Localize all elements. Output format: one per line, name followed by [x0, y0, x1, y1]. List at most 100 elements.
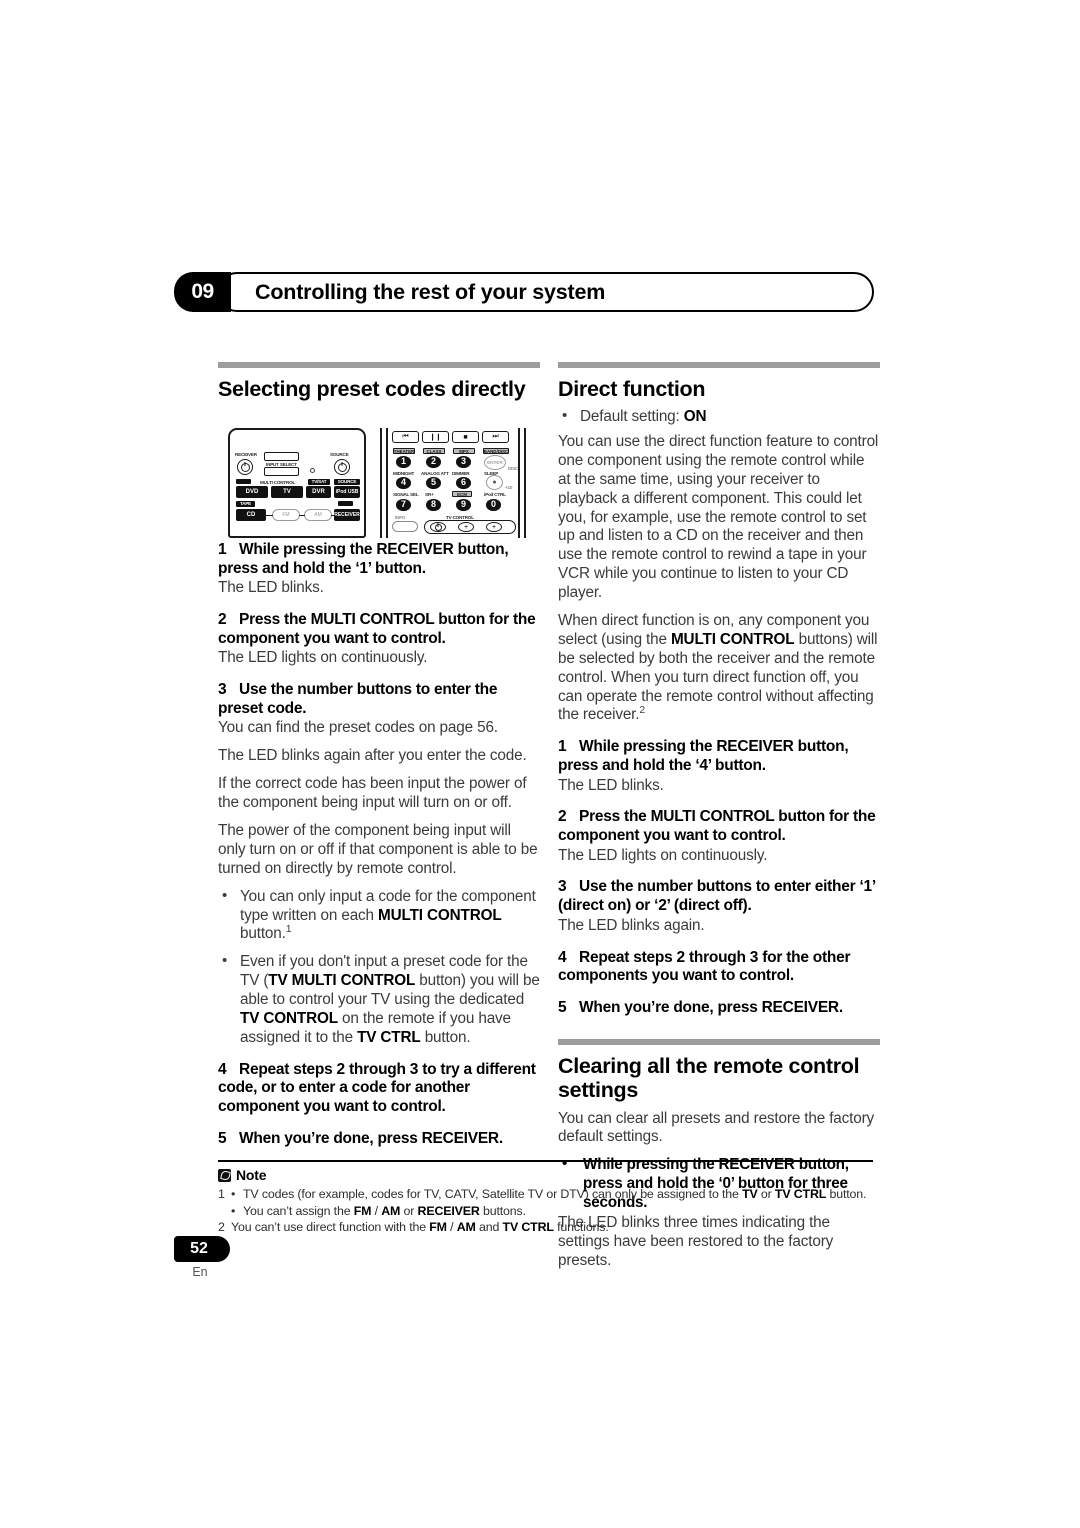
number-0-button[interactable]: 0	[486, 499, 501, 511]
step-3-number: 3	[218, 681, 227, 699]
stop-button[interactable]: ■	[452, 431, 479, 443]
fn1-b-bold2: AM	[381, 1203, 401, 1218]
tape-tag-label: TAPE	[239, 501, 252, 507]
ipod-usb-button[interactable]: iPod USB	[334, 486, 360, 498]
number-7-button[interactable]: 7	[396, 499, 411, 511]
ipod-ctrl-label: iPod CTRL	[484, 492, 506, 497]
input-select-up-button[interactable]	[264, 452, 299, 461]
chapter-title-pill: Controlling the rest of your system	[217, 272, 874, 312]
step-1-sub: The LED blinks.	[218, 579, 324, 597]
remote-control-illustration: RECEIVER SOURCE INPUT SELECT MULTI CONTR…	[228, 428, 526, 538]
df-step-3-sub: The LED blinks again.	[558, 916, 705, 934]
bullet-multi-control-type: You can only input a code for the compon…	[218, 887, 540, 945]
receiver-power-button[interactable]	[237, 459, 253, 475]
dvr-button[interactable]: DVR	[306, 486, 331, 498]
section-title-selecting-preset-codes: Selecting preset codes directly	[218, 377, 526, 401]
number-8-button[interactable]: 8	[426, 499, 441, 511]
number-5-button[interactable]: 5	[426, 477, 441, 489]
footnote-1-b-bullet: •	[231, 1203, 236, 1218]
bullet-tv-control: Even if you don't input a preset code fo…	[218, 952, 540, 1047]
fn1-b-bold3: RECEIVER	[417, 1203, 480, 1218]
fn2-mid2: and	[475, 1220, 503, 1235]
footnote-1-bullet: •	[231, 1187, 236, 1202]
number-9-label: 9	[460, 499, 466, 510]
ecm-tag: ECM	[452, 491, 472, 497]
signal-sel-label: SIGNAL SEL	[393, 492, 419, 497]
fn2-bold1: FM	[429, 1220, 447, 1235]
note-divider	[218, 1160, 873, 1163]
tape-tag: TAPE	[236, 501, 255, 507]
note-block: Note 1 • TV codes (for example, codes fo…	[218, 1160, 873, 1236]
input-select-down-button[interactable]	[264, 467, 299, 476]
tv-channel-up-button[interactable]: +	[458, 522, 474, 532]
number-4-button[interactable]: 4	[396, 477, 411, 489]
df-step-2-title: Press the MULTI CONTROL button for the c…	[558, 808, 876, 844]
chapter-title: Controlling the rest of your system	[255, 279, 606, 304]
midnight-label: MIDNIGHT	[393, 471, 415, 476]
fn2-post: functions.	[553, 1220, 609, 1235]
number-3-button[interactable]: 3	[456, 456, 471, 468]
sleep-button[interactable]: ●	[486, 475, 503, 490]
para-power-component: The power of the component being input w…	[218, 821, 538, 877]
bullet-2-bold-1: TV MULTI CONTROL	[268, 972, 416, 990]
note-heading-label: Note	[236, 1167, 267, 1184]
number-5-label: 5	[430, 477, 436, 488]
page-footer: 52 En	[174, 1236, 230, 1279]
tv-button[interactable]: TV	[271, 486, 303, 498]
theater-tag: THEATER	[393, 448, 415, 454]
source-tag: SOURCE	[334, 479, 360, 485]
number-3-label: 3	[460, 456, 466, 467]
cd-button[interactable]: CD	[236, 509, 266, 521]
number-9-button[interactable]: 9	[456, 499, 471, 511]
tv-power-button[interactable]	[430, 522, 446, 532]
df-step-5-number: 5	[558, 998, 567, 1016]
fn1-b-mid2: or	[400, 1203, 418, 1218]
number-1-button[interactable]: 1	[396, 456, 411, 468]
tv-volume-up-button[interactable]: +	[486, 522, 502, 532]
multi-control-indicator-tag	[236, 479, 251, 484]
step-4-title: Repeat steps 2 through 3 to try a differ…	[218, 1060, 536, 1115]
tv-sat-tag: TV/SAT	[308, 479, 330, 485]
footnote-2-marker: 2	[218, 1220, 225, 1235]
ipod-usb-button-label: iPod USB	[335, 489, 359, 495]
number-6-label: 6	[460, 477, 466, 488]
dvd-button-label: DVD	[245, 489, 259, 495]
class-tag: CLASS	[423, 448, 445, 454]
number-8-label: 8	[430, 499, 436, 510]
fn1-a-pre: TV codes (for example, codes for TV, CAT…	[243, 1187, 743, 1202]
fn1-a-bold2: TV CTRL	[774, 1187, 827, 1202]
section-rule	[218, 362, 540, 368]
info-button[interactable]	[392, 521, 418, 532]
pause-button[interactable]: ❙❙	[422, 431, 449, 443]
fm-button[interactable]: FM	[272, 509, 300, 521]
source-label: SOURCE	[330, 452, 349, 457]
source-power-button[interactable]	[334, 459, 350, 475]
chapter-number: 09	[174, 272, 231, 312]
df-step-1-title: While pressing the RECEIVER button, pres…	[558, 738, 849, 774]
receiver-button[interactable]: RECEIVER	[334, 509, 360, 521]
footnote-2: 2 You can’t use direct function with the…	[218, 1219, 873, 1236]
number-0-label: 0	[490, 499, 496, 510]
para-2-bold: MULTI CONTROL	[670, 630, 795, 648]
df-step-4-title: Repeat steps 2 through 3 for the other c…	[558, 948, 851, 985]
step-5: 5 When you’re done, press RECEIVER.	[218, 1130, 540, 1149]
fn2-bold3: TV CTRL	[502, 1220, 554, 1235]
section-title-clearing: Clearing all the remote control settings	[558, 1054, 860, 1103]
dvd-button[interactable]: DVD	[236, 486, 268, 498]
fn2-mid1: /	[446, 1220, 457, 1235]
bullet-2-post: button.	[420, 1028, 471, 1046]
note-heading: Note	[218, 1167, 873, 1183]
number-1-label: 1	[400, 456, 406, 467]
multi-control-label: MULTI CONTROL	[260, 480, 296, 485]
step-2: 2 Press the MULTI CONTROL button for the …	[218, 611, 540, 648]
previous-track-button[interactable]: ⏮	[392, 431, 419, 443]
number-6-button[interactable]: 6	[456, 477, 471, 489]
led-indicator	[310, 468, 315, 473]
number-2-label: 2	[430, 456, 436, 467]
fn2-pre: You can’t use direct function with the	[231, 1220, 430, 1235]
am-button[interactable]: AM	[304, 509, 332, 521]
enter-button[interactable]: ENTER	[484, 454, 506, 470]
next-track-button[interactable]: ⏭	[482, 431, 509, 443]
remote-right-panel: ⏮ ❙❙ ■ ⏭ THEATER CLASS MPX BAND/DISC 1 2…	[380, 428, 526, 538]
number-2-button[interactable]: 2	[426, 456, 441, 468]
